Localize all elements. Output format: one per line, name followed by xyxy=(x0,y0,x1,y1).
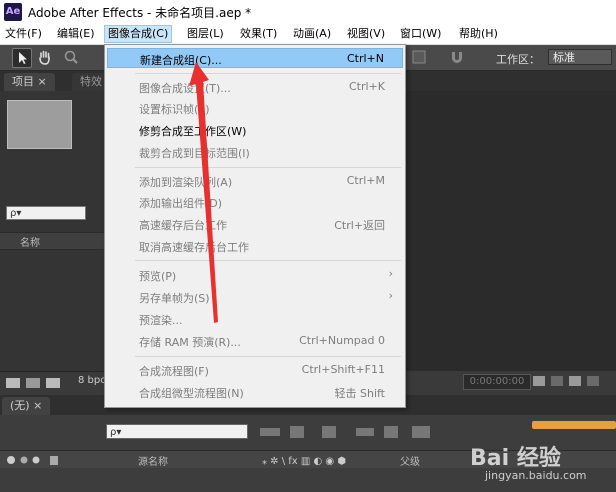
timeline-search-input[interactable]: ρ▾ xyxy=(106,424,248,439)
composition-menu-dropdown: 新建合成组(C)... Ctrl+N 图像合成设置(T)... Ctrl+K 设置标… xyxy=(104,44,406,408)
menu-item-cache-in-background[interactable]: 高速缓存后台工作 Ctrl+返回 xyxy=(107,214,403,234)
menu-edit[interactable]: 编辑(E) xyxy=(54,26,98,42)
column-name-label[interactable]: 名称 xyxy=(20,234,40,249)
workspace-label: 工作区： xyxy=(496,53,540,66)
baidu-watermark-url: jingyan.baidu.com xyxy=(485,469,587,482)
selection-tool-icon[interactable] xyxy=(12,48,32,68)
composition-viewer xyxy=(405,91,616,371)
menu-separator xyxy=(135,167,401,168)
menu-item-preview[interactable]: 预览(P) › xyxy=(107,265,403,285)
viewer-toggle-icons[interactable] xyxy=(533,374,613,390)
tab-project[interactable]: 项目 × xyxy=(4,73,55,91)
workspace-select[interactable]: 标准 xyxy=(548,49,612,65)
after-effects-icon: Ae xyxy=(4,3,22,21)
menu-effect[interactable]: 效果(T) xyxy=(237,26,280,42)
menu-bar: 文件(F) 编辑(E) 图像合成(C) 图层(L) 效果(T) 动画(A) 视图… xyxy=(0,24,616,45)
footer-icons[interactable] xyxy=(6,376,66,390)
menu-item-crop-to-region[interactable]: 裁剪合成到目标范围(I) xyxy=(107,142,403,162)
project-thumbnail xyxy=(7,100,72,149)
column-source-name[interactable]: 源名称 xyxy=(138,453,168,468)
timeline-switch-icons[interactable] xyxy=(260,423,460,441)
timecode-display[interactable]: 0:00:00:00 xyxy=(463,374,531,390)
menu-file[interactable]: 文件(F) xyxy=(2,26,45,42)
hand-tool-icon[interactable] xyxy=(36,48,54,66)
av-switch-icons[interactable] xyxy=(6,454,76,466)
snap-magnet-icon[interactable] xyxy=(448,48,466,66)
title-bar: Ae Adobe After Effects - 未命名项目.aep * xyxy=(0,0,616,24)
menu-item-pre-render[interactable]: 预渲染... xyxy=(107,309,403,329)
menu-item-composition-flowchart[interactable]: 合成流程图(F) Ctrl+Shift+F11 xyxy=(107,360,403,380)
menu-item-trim-to-work-area[interactable]: 修剪合成至工作区(W) xyxy=(107,120,403,140)
menu-item-save-ram-preview[interactable]: 存储 RAM 预演(R)... Ctrl+Numpad 0 xyxy=(107,331,403,351)
menu-help[interactable]: 帮助(H) xyxy=(456,26,501,42)
menu-view[interactable]: 视图(V) xyxy=(344,26,388,42)
menu-layer[interactable]: 图层(L) xyxy=(184,26,227,42)
menu-composition[interactable]: 图像合成(C) xyxy=(104,25,173,43)
menu-item-add-output-module[interactable]: 添加输出组件(D) xyxy=(107,192,403,212)
work-area-bar[interactable] xyxy=(532,421,616,429)
menu-item-new-composition[interactable]: 新建合成组(C)... Ctrl+N xyxy=(107,48,403,68)
submenu-chevron-icon: › xyxy=(388,289,393,302)
viewer-controls: 0:00:00:00 xyxy=(405,371,616,393)
svg-text:⁎ ✲ \ fx ▥ ◐ ◉ ⬢: ⁎ ✲ \ fx ▥ ◐ ◉ ⬢ xyxy=(262,456,346,467)
baidu-watermark-logo: Bai 经验 xyxy=(470,446,561,471)
menu-animation[interactable]: 动画(A) xyxy=(290,26,334,42)
menu-item-mini-flowchart[interactable]: 合成组微型流程图(N) 轻击 Shift xyxy=(107,382,403,402)
window-title: Adobe After Effects - 未命名项目.aep * xyxy=(28,6,252,20)
submenu-chevron-icon: › xyxy=(388,267,393,280)
zoom-tool-icon[interactable] xyxy=(62,48,80,66)
menu-item-cancel-background-cache[interactable]: 取消高速缓存后台工作 xyxy=(107,236,403,256)
column-parent[interactable]: 父级 xyxy=(400,453,420,468)
menu-separator xyxy=(135,73,401,74)
menu-separator xyxy=(135,260,401,261)
menu-item-save-frame-as[interactable]: 另存单帧为(S) › xyxy=(107,287,403,307)
menu-item-add-to-render-queue[interactable]: 添加到渲染队列(A) Ctrl+M xyxy=(107,171,403,191)
menu-window[interactable]: 窗口(W) xyxy=(397,26,444,42)
bit-depth-label[interactable]: 8 bpc xyxy=(78,375,106,386)
tab-timeline-none[interactable]: (无) × xyxy=(2,397,51,415)
layer-switch-icons[interactable]: ⁎ ✲ \ fx ▥ ◐ ◉ ⬢ xyxy=(262,453,392,467)
menu-item-composition-settings[interactable]: 图像合成设置(T)... Ctrl+K xyxy=(107,77,403,97)
menu-item-set-poster-frame[interactable]: 设置标识帧(E) xyxy=(107,98,403,118)
menu-separator xyxy=(135,356,401,357)
project-search-input[interactable]: ρ▾ xyxy=(6,206,86,220)
snap-checkbox-icon[interactable] xyxy=(410,48,428,66)
